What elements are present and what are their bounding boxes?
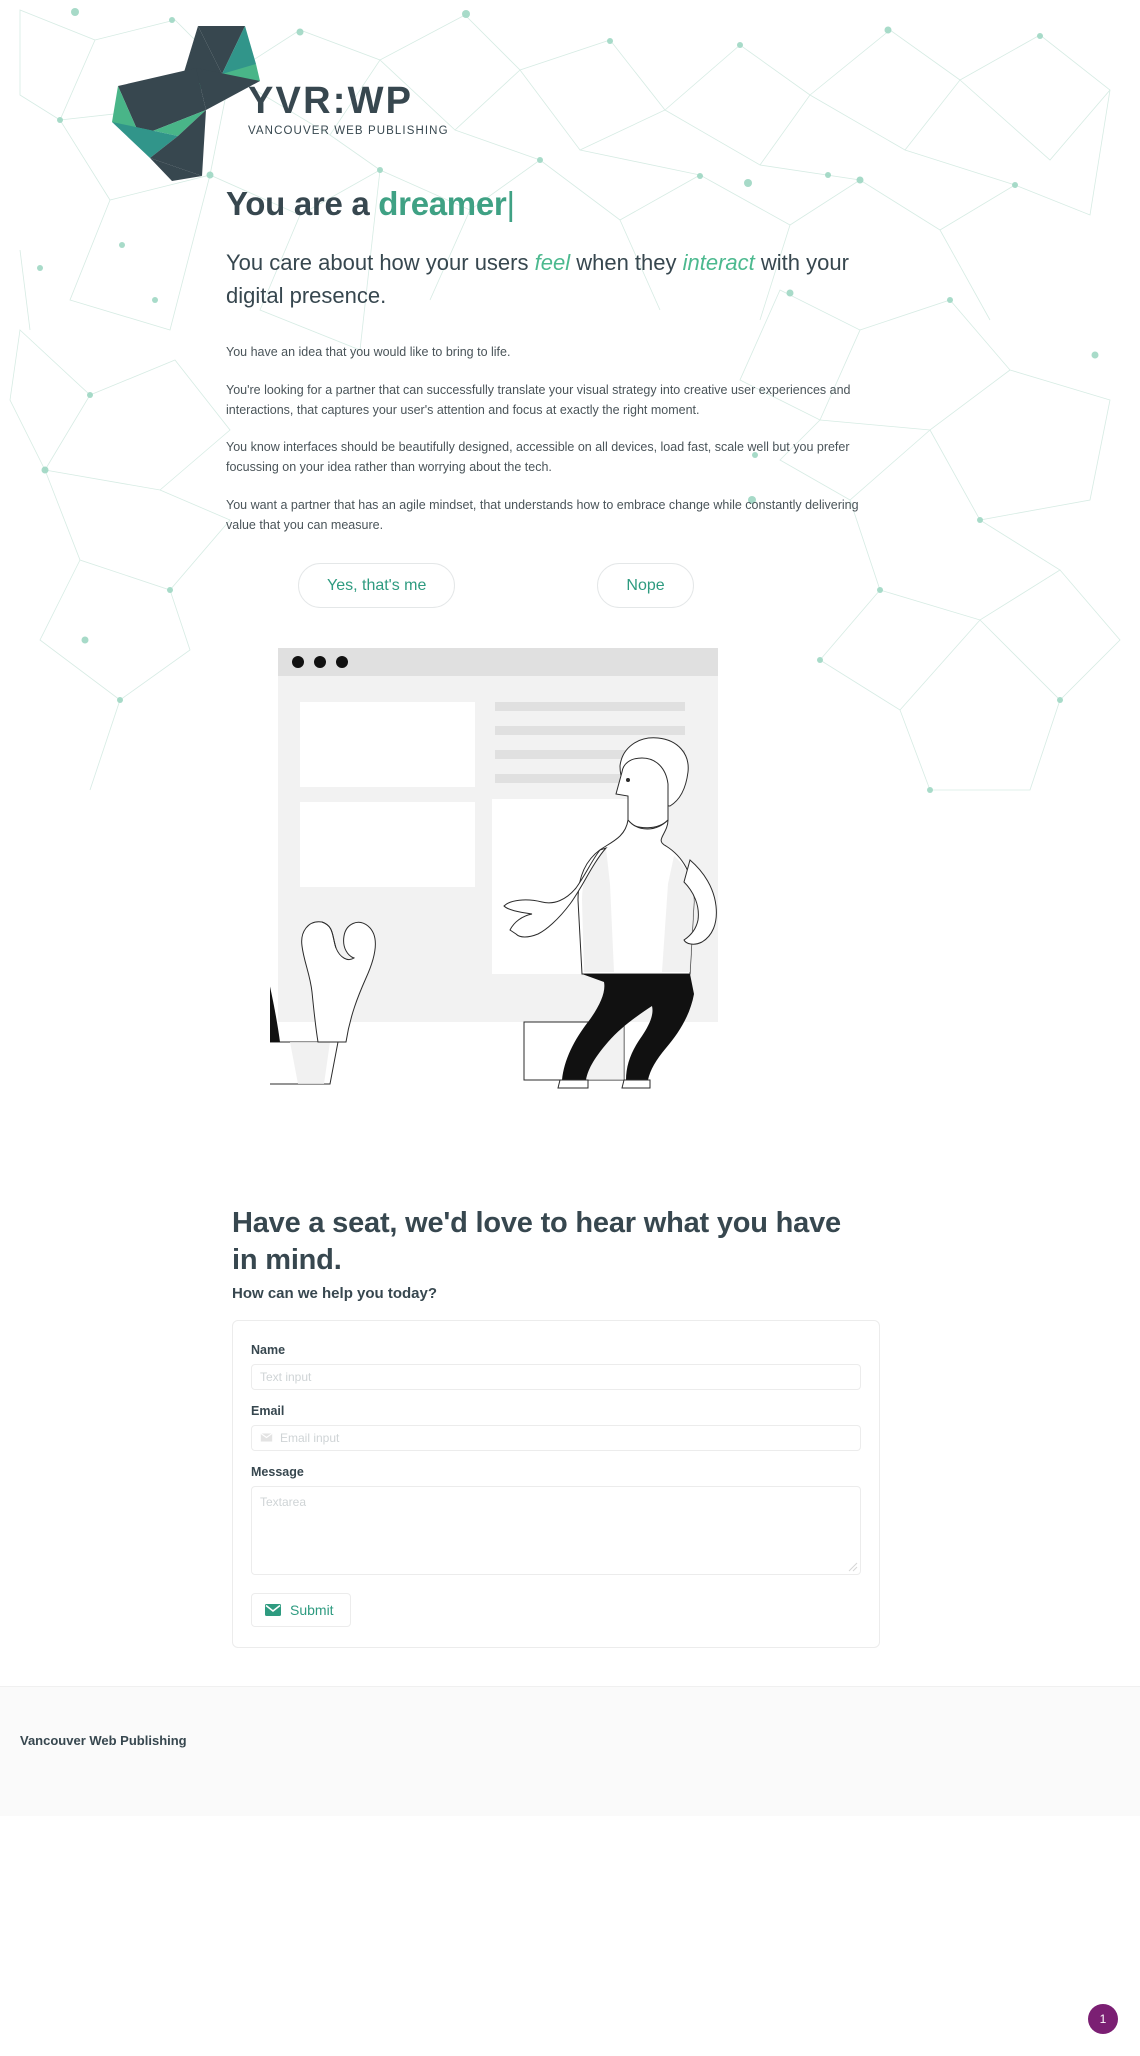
cta-button-row: Yes, that's me Nope bbox=[226, 563, 1080, 609]
site-footer: Vancouver Web Publishing bbox=[0, 1685, 1140, 1816]
submit-button[interactable]: Submit bbox=[251, 1592, 351, 1627]
notification-badge-count: 1 bbox=[1099, 2012, 1107, 2026]
envelope-icon bbox=[265, 1603, 281, 1616]
contact-heading: Have a seat, we'd love to hear what you … bbox=[232, 1207, 841, 1277]
submit-button-label: Submit bbox=[290, 1601, 334, 1618]
name-field-group: Name bbox=[251, 1343, 861, 1390]
page-headline: You are a dreamer| bbox=[226, 183, 1080, 224]
typing-caret: | bbox=[506, 185, 515, 222]
textarea-resize-grip[interactable] bbox=[848, 1562, 858, 1572]
email-field-group: Email bbox=[251, 1404, 861, 1451]
mockup-card-2 bbox=[300, 802, 475, 888]
email-input-shell[interactable] bbox=[251, 1424, 861, 1451]
notification-badge[interactable]: 1 bbox=[1088, 2004, 1118, 2034]
logo-text-block: YVR:WP VANCOUVER WEB PUBLISHING bbox=[248, 82, 449, 137]
nope-button[interactable]: Nope bbox=[597, 563, 694, 609]
person-shoe-right bbox=[621, 1079, 651, 1089]
hero-paragraph: You're looking for a partner that can su… bbox=[226, 382, 851, 417]
message-field-group: Message bbox=[251, 1465, 861, 1575]
headline-prefix: You are a bbox=[226, 185, 379, 222]
message-textarea-shell[interactable] bbox=[251, 1485, 861, 1575]
yvrwp-logo-mark bbox=[112, 26, 260, 181]
subhead-part-1: You care about how your users bbox=[226, 250, 535, 276]
contact-section: Have a seat, we'd love to hear what you … bbox=[0, 1159, 1140, 1648]
logo-subtitle: VANCOUVER WEB PUBLISHING bbox=[248, 125, 449, 137]
site-header: YVR:WP VANCOUVER WEB PUBLISHING You are … bbox=[0, 0, 1140, 609]
name-input-shell[interactable] bbox=[251, 1363, 861, 1390]
subhead-emphasis-feel: feel bbox=[534, 250, 571, 276]
browser-mockup-illustration bbox=[270, 648, 718, 1089]
subhead-emphasis-interact: interact bbox=[682, 250, 755, 276]
hero-content: You are a dreamer| You care about how yo… bbox=[0, 183, 1140, 609]
mockup-card-1 bbox=[300, 702, 475, 788]
yes-thats-me-button[interactable]: Yes, that's me bbox=[298, 563, 456, 609]
hero-paragraph: You have an idea that you would like to … bbox=[226, 345, 511, 360]
footer-brand-name: Vancouver Web Publishing bbox=[20, 1732, 187, 1748]
email-label: Email bbox=[251, 1403, 285, 1418]
person-shoe-left bbox=[557, 1079, 589, 1089]
site-logo[interactable]: YVR:WP VANCOUVER WEB PUBLISHING bbox=[110, 18, 449, 183]
envelope-icon bbox=[260, 1433, 273, 1442]
name-label: Name bbox=[251, 1342, 286, 1357]
hero-paragraph: You want a partner that has an agile min… bbox=[226, 497, 859, 532]
hero-subheadline: You care about how your users feel when … bbox=[226, 246, 886, 312]
headline-accent-word: dreamer bbox=[378, 185, 507, 222]
subhead-part-2: when they bbox=[570, 250, 683, 276]
person-eye bbox=[626, 778, 630, 783]
hero-illustration bbox=[0, 644, 1140, 1099]
email-input[interactable] bbox=[280, 1425, 852, 1450]
hero-paragraph: You know interfaces should be beautifull… bbox=[226, 440, 850, 475]
message-textarea[interactable] bbox=[260, 1493, 852, 1562]
message-label: Message bbox=[251, 1464, 304, 1479]
logo-wrapper: YVR:WP VANCOUVER WEB PUBLISHING bbox=[0, 18, 1140, 183]
browser-traffic-light-dots bbox=[292, 656, 348, 669]
contact-form: Name Email Message bbox=[232, 1319, 880, 1648]
page-root: YVR:WP VANCOUVER WEB PUBLISHING You are … bbox=[0, 0, 1140, 2056]
contact-subheading: How can we help you today? bbox=[232, 1284, 438, 1302]
logo-title: YVR:WP bbox=[248, 80, 414, 122]
name-input[interactable] bbox=[260, 1364, 852, 1389]
